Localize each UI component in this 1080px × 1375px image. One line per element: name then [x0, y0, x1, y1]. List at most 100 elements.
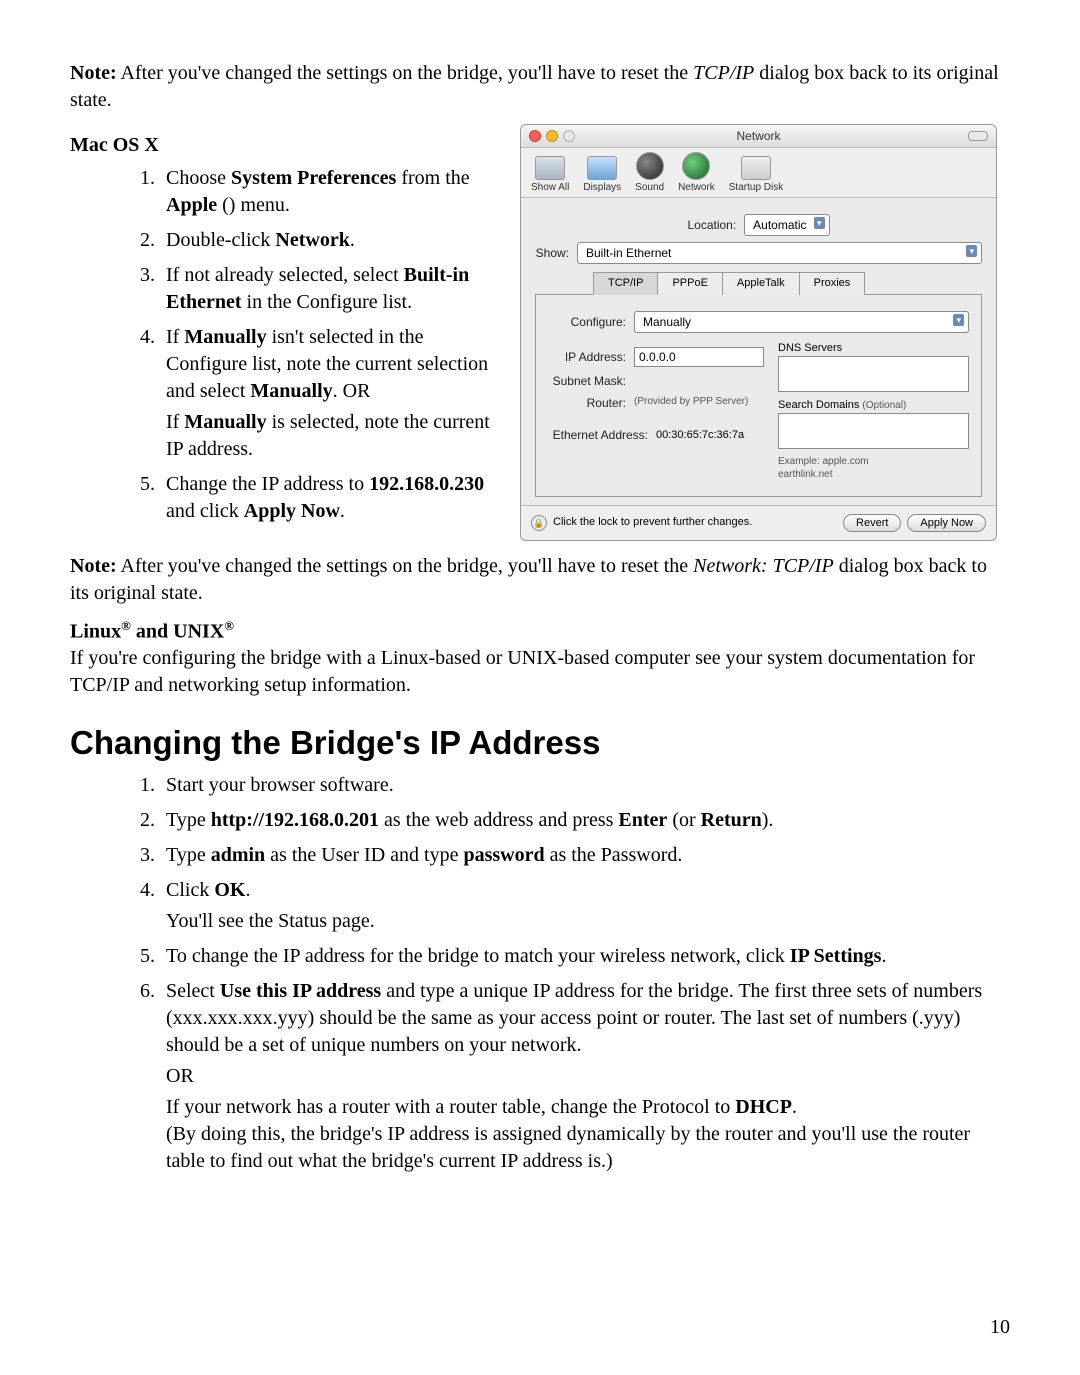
tab-pane-tcpip: Configure: Manually IP Address: Subnet M… [535, 294, 982, 497]
tab-tcpip[interactable]: TCP/IP [593, 272, 658, 295]
t: Type [166, 809, 211, 831]
tb-network[interactable]: Network [678, 152, 715, 195]
t: Choose [166, 167, 231, 189]
t: DHCP [735, 1096, 792, 1118]
panel-footer: 🔒 Click the lock to prevent further chan… [521, 505, 996, 540]
t: (or [667, 809, 700, 831]
t: Type [166, 844, 211, 866]
tb-show-all[interactable]: Show All [531, 156, 569, 195]
t: Manually [184, 411, 266, 433]
show-all-icon [535, 156, 565, 180]
ch-step-5: To change the IP address for the bridge … [160, 943, 1010, 970]
eth-label: Ethernet Address: [548, 427, 648, 443]
t: If [166, 326, 184, 348]
revert-button[interactable]: Revert [843, 514, 901, 532]
t: Select [166, 980, 220, 1002]
mac-step-3: If not already selected, select Built-in… [160, 262, 500, 316]
search-domains-field[interactable] [778, 413, 969, 449]
apply-now-button[interactable]: Apply Now [907, 514, 986, 532]
note-1-italic: TCP/IP [693, 62, 754, 84]
tab-proxies[interactable]: Proxies [799, 272, 866, 295]
mac-step-2: Double-click Network. [160, 227, 500, 254]
t: Apply Now [244, 500, 340, 522]
t: Linux [70, 620, 121, 642]
t: Change the IP address to [166, 473, 369, 495]
ip-label: IP Address: [548, 349, 626, 365]
tab-pppoe[interactable]: PPPoE [657, 272, 722, 295]
window-title: Network [521, 128, 996, 144]
t: IP Settings [790, 945, 882, 967]
subnet-label: Subnet Mask: [548, 373, 626, 389]
t: Show All [531, 182, 569, 193]
eth-value: 00:30:65:7c:36:7a [656, 428, 744, 443]
tb-sound[interactable]: Sound [635, 152, 664, 195]
t: OK [214, 879, 245, 901]
ch-step-6-or: OR [166, 1063, 1010, 1090]
ch-step-6-sub: If your network has a router with a rout… [166, 1094, 1010, 1175]
toolbar-toggle-icon[interactable] [968, 131, 988, 141]
lock-text: Click the lock to prevent further change… [553, 515, 752, 530]
t: If [166, 411, 184, 433]
t: Double-click [166, 229, 275, 251]
t: ( [217, 194, 229, 216]
t: Click [166, 879, 214, 901]
startup-disk-icon [741, 156, 771, 180]
ip-input[interactable] [634, 347, 764, 367]
t: Network: TCP/IP [693, 555, 834, 577]
t: Displays [583, 182, 621, 193]
router-hint: (Provided by PPP Server) [634, 395, 748, 409]
network-icon [682, 152, 710, 180]
mac-step-4: If Manually isn't selected in the Config… [160, 324, 500, 463]
t: To change the IP address for the bridge … [166, 945, 790, 967]
prefs-toolbar: Show All Displays Sound Network Startup … [521, 148, 996, 198]
network-preferences-panel: Network Show All Displays Sound Network … [520, 124, 997, 541]
page-number: 10 [990, 1314, 1010, 1341]
t: as the Password. [545, 844, 683, 866]
tabs: TCP/IP PPPoE AppleTalk Proxies [593, 272, 982, 295]
ch-step-4: Click OK. You'll see the Status page. [160, 877, 1010, 935]
t: Startup Disk [729, 182, 783, 193]
t: as the User ID and type [265, 844, 463, 866]
displays-icon [587, 156, 617, 180]
lock-icon[interactable]: 🔒 [531, 515, 547, 531]
show-popup[interactable]: Built-in Ethernet [577, 242, 982, 264]
t: . [245, 879, 250, 901]
optional-label: (Optional) [862, 400, 906, 411]
linux-body: If you're configuring the bridge with a … [70, 645, 1010, 699]
ch-step-6: Select Use this IP address and type a un… [160, 978, 1010, 1175]
t: 192.168.0.230 [369, 473, 484, 495]
t: and UNIX [131, 620, 224, 642]
search-domains-label: Search Domains [778, 399, 859, 411]
t: Manually [184, 326, 266, 348]
window-titlebar[interactable]: Network [521, 125, 996, 148]
dns-servers-field[interactable] [778, 356, 969, 392]
tab-appletalk[interactable]: AppleTalk [722, 272, 800, 295]
t: . [792, 1096, 797, 1118]
note-1: Note: After you've changed the settings … [70, 60, 1010, 114]
t: Apple [166, 194, 217, 216]
t: Network [275, 229, 349, 251]
location-popup[interactable]: Automatic [744, 214, 829, 236]
changing-ip-steps: Start your browser software. Type http:/… [70, 772, 1010, 1175]
ch-step-1: Start your browser software. [160, 772, 1010, 799]
linux-heading: Linux® and UNIX® [70, 617, 1010, 646]
location-label: Location: [687, 217, 736, 233]
t: . [881, 945, 886, 967]
configure-popup[interactable]: Manually [634, 311, 969, 333]
tb-startup[interactable]: Startup Disk [729, 156, 783, 195]
t: System Preferences [231, 167, 396, 189]
t: (By doing this, the bridge's IP address … [166, 1123, 970, 1172]
t: ). [762, 809, 774, 831]
t: admin [211, 844, 265, 866]
note-2-prefix: Note: [70, 555, 117, 577]
t: . [350, 229, 355, 251]
macosx-steps: Choose System Preferences from the Apple… [70, 165, 500, 525]
t: in the Configure list. [242, 291, 413, 313]
t: as the web address and press [379, 809, 618, 831]
note-2: Note: After you've changed the settings … [70, 553, 1010, 607]
t: Enter [618, 809, 667, 831]
t: Manually [250, 380, 332, 402]
sound-icon [636, 152, 664, 180]
t: Sound [635, 182, 664, 193]
tb-displays[interactable]: Displays [583, 156, 621, 195]
